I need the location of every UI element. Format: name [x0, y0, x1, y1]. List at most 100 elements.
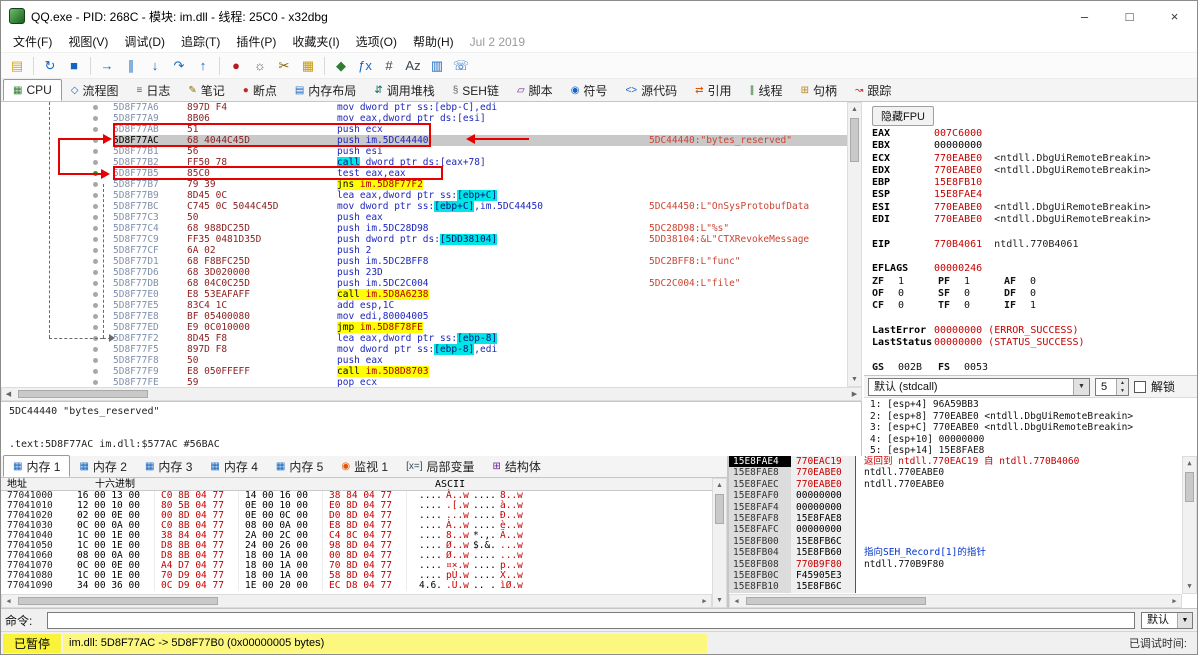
tab-cpu[interactable]: ▦ CPU [3, 79, 62, 101]
settings-icon[interactable]: ☼ [248, 54, 272, 78]
unlock-checkbox[interactable] [1134, 380, 1146, 393]
run-trace-icon[interactable]: ● [224, 54, 248, 78]
pause-icon[interactable]: ∥ [119, 54, 143, 78]
run-icon[interactable]: → [95, 54, 119, 78]
line-dot-icon[interactable] [93, 292, 98, 297]
menu-item-追踪[interactable]: 追踪(T) [173, 31, 228, 53]
assembler-az-icon[interactable]: Az [401, 54, 425, 78]
register-line[interactable]: EDX 770EABE0 <ntdll.DbgUiRemoteBreakin> [864, 165, 1197, 177]
tab-graph[interactable]: ◇ 流程图 [62, 79, 128, 101]
disasm-row[interactable]: 5D8F77C9 FF35 0481D35D push dword ptr ds:[… [1, 234, 847, 245]
stack-argument[interactable]: 3: [esp+C] 770EABE0 <ntdll.DbgUiRemoteBr… [870, 422, 1197, 434]
memory-dump-pane[interactable]: 地址 十六进制 ASCII 77041000 16 00 13 00 C0 8B 0… [1, 478, 712, 608]
disassembly-vertical-scrollbar[interactable]: ▲ ▼ [847, 102, 862, 387]
line-dot-icon[interactable] [93, 105, 98, 110]
tab-symbols[interactable]: ◉ 符号 [562, 79, 617, 101]
stack-vertical-scrollbar[interactable]: ▲ ▼ [1182, 456, 1197, 594]
disasm-row[interactable]: 5D8F77AB 51 push ecx [1, 124, 847, 135]
execute-till-return-icon[interactable]: ↑ [191, 54, 215, 78]
disasm-row[interactable]: 5D8F77B7 79 39 jns im.5D8F77F2 [1, 179, 847, 190]
hide-fpu-button[interactable]: 隐藏FPU [872, 106, 934, 126]
disassembly-horizontal-scrollbar[interactable]: ◀ ▶ [1, 387, 862, 401]
line-dot-icon[interactable] [93, 248, 98, 253]
stack-row[interactable]: 15E8FB0C F45905E3 [729, 569, 1197, 582]
tab-dump2[interactable]: ▦ 内存 2 [70, 455, 135, 477]
stack-arguments-pane[interactable]: 1: [esp+4] 96A59BB3 2: [esp+8] 770EABE0 <… [864, 397, 1197, 456]
register-line[interactable]: ESP 15E8FAE4 [864, 189, 1197, 201]
register-line[interactable]: ECX 770EABE0 <ntdll.DbgUiRemoteBreakin> [864, 153, 1197, 165]
chevron-down-icon[interactable]: ▼ [1177, 612, 1192, 628]
line-dot-icon[interactable] [93, 204, 98, 209]
stepper-arrows-icon[interactable]: ▲ ▼ [1116, 378, 1128, 395]
line-dot-icon[interactable] [93, 281, 98, 286]
scroll-down-icon[interactable]: ▼ [1183, 580, 1196, 593]
tab-log[interactable]: ≡ 日志 [128, 79, 180, 101]
register-line[interactable]: ESI 770EABE0 <ntdll.DbgUiRemoteBreakin> [864, 202, 1197, 214]
stack-argument[interactable]: 5: [esp+14] 15E8FAE8 [870, 445, 1197, 456]
stack-argument[interactable]: 1: [esp+4] 96A59BB3 [870, 399, 1197, 411]
line-dot-icon[interactable] [93, 182, 98, 187]
step-over-icon[interactable]: ↷ [167, 54, 191, 78]
register-line[interactable]: LastError 00000000 (ERROR_SUCCESS) [864, 325, 1197, 337]
stack-row[interactable]: 15E8FAF4 00000000 [729, 501, 1197, 513]
calculator-icon[interactable]: # [377, 54, 401, 78]
stack-row[interactable]: 15E8FB10 15E8FB6C [729, 581, 1197, 593]
tab-breakpoints[interactable]: ● 断点 [234, 79, 286, 101]
scroll-right-icon[interactable]: ▶ [698, 595, 711, 608]
report-bug-icon[interactable]: ☏ [449, 54, 473, 78]
maximize-button[interactable]: □ [1107, 1, 1152, 31]
line-dot-icon[interactable] [93, 116, 98, 121]
register-line[interactable]: EFLAGS 00000246 [864, 263, 1197, 275]
stack-argument[interactable]: 4: [esp+10] 00000000 [870, 434, 1197, 446]
tab-locals[interactable]: [x=] 局部变量 [397, 455, 483, 477]
tab-handles[interactable]: ⊞ 句柄 [792, 79, 846, 101]
disasm-row[interactable]: 5D8F77A9 8B06 mov eax,dword ptr ds:[esi] [1, 113, 847, 124]
line-dot-icon[interactable] [93, 226, 98, 231]
dump-horizontal-scrollbar[interactable]: ◀ ▶ [1, 594, 712, 608]
line-dot-icon[interactable] [93, 380, 98, 385]
restart-icon[interactable]: ↻ [38, 54, 62, 78]
stack-argument[interactable]: 2: [esp+8] 770EABE0 <ntdll.DbgUiRemoteBr… [870, 411, 1197, 423]
scroll-up-icon[interactable]: ▲ [1183, 457, 1196, 470]
menu-item-选项[interactable]: 选项(O) [348, 31, 405, 53]
tab-dump3[interactable]: ▦ 内存 3 [136, 455, 201, 477]
line-dot-icon[interactable] [93, 369, 98, 374]
dump-vertical-scrollbar[interactable]: ▲ ▼ [712, 478, 727, 608]
tab-dump1[interactable]: ▦ 内存 1 [3, 455, 71, 477]
tab-script[interactable]: ▱ 脚本 [508, 79, 562, 101]
line-dot-icon[interactable] [93, 138, 98, 143]
cpu-window-icon[interactable]: ▥ [425, 54, 449, 78]
tab-memory-map[interactable]: ▤ 内存布局 [286, 79, 365, 101]
disasm-row[interactable]: 5D8F77DB 68 04C0C25D push im.5DC2C004 5DC2C… [1, 278, 847, 289]
tab-notes[interactable]: ✎ 笔记 [179, 79, 233, 101]
tab-threads[interactable]: ∥ 线程 [741, 79, 792, 101]
stack-horizontal-scrollbar[interactable]: ◀ ▶ [729, 594, 1182, 608]
disasm-row[interactable]: 5D8F77C3 50 push eax [1, 212, 847, 223]
register-line[interactable]: LastStatus 00000000 (STATUS_SUCCESS) [864, 337, 1197, 349]
disasm-row[interactable]: 5D8F77CF 6A 02 push 2 [1, 245, 847, 256]
open-file-icon[interactable]: ▤ [5, 54, 29, 78]
disasm-row[interactable]: 5D8F77B1 56 push esi [1, 146, 847, 157]
disasm-row[interactable]: 5D8F77D1 68 F8BFC25D push im.5DC2BFF8 5DC2B… [1, 256, 847, 267]
stack-row[interactable]: 15E8FAEC 770EABE0 ntdll.770EABE0 [729, 478, 1197, 491]
disasm-row[interactable]: 5D8F77F9 E8 050FFEFF call im.5D8D8703 [1, 366, 847, 377]
scroll-down-icon[interactable]: ▼ [713, 594, 726, 607]
register-line[interactable]: EDI 770EABE0 <ntdll.DbgUiRemoteBreakin> [864, 214, 1197, 226]
stack-row[interactable]: 15E8FAF8 15E8FAE8 [729, 512, 1197, 525]
strip-scissors-icon[interactable]: ✂ [272, 54, 296, 78]
disasm-row[interactable]: 5D8F77F5 897D F8 mov dword ptr ss:[ebp-8],… [1, 344, 847, 355]
scroll-right-icon[interactable]: ▶ [848, 388, 861, 401]
disasm-row[interactable]: 5D8F77F2 8D45 F8 lea eax,dword ptr ss:[ebp… [1, 333, 847, 344]
register-line[interactable]: EBX 00000000 [864, 140, 1197, 152]
line-dot-icon[interactable] [93, 314, 98, 319]
line-dot-icon[interactable] [93, 215, 98, 220]
menu-item-调试[interactable]: 调试(D) [116, 31, 173, 53]
command-profile-select[interactable]: 默认 ▼ [1141, 611, 1193, 629]
scroll-left-icon[interactable]: ◀ [730, 595, 743, 608]
menu-item-收藏夹[interactable]: 收藏夹(I) [284, 31, 347, 53]
disasm-row[interactable]: 5D8F77A6 897D F4 mov dword ptr ss:[ebp-C],… [1, 102, 847, 113]
line-dot-icon[interactable] [93, 303, 98, 308]
stack-row[interactable]: 15E8FB08 770B9F80 ntdll.770B9F80 [729, 558, 1197, 570]
disasm-row[interactable]: 5D8F77D6 68 3D020000 push 23D [1, 267, 847, 278]
scroll-up-icon[interactable]: ▲ [713, 479, 726, 492]
